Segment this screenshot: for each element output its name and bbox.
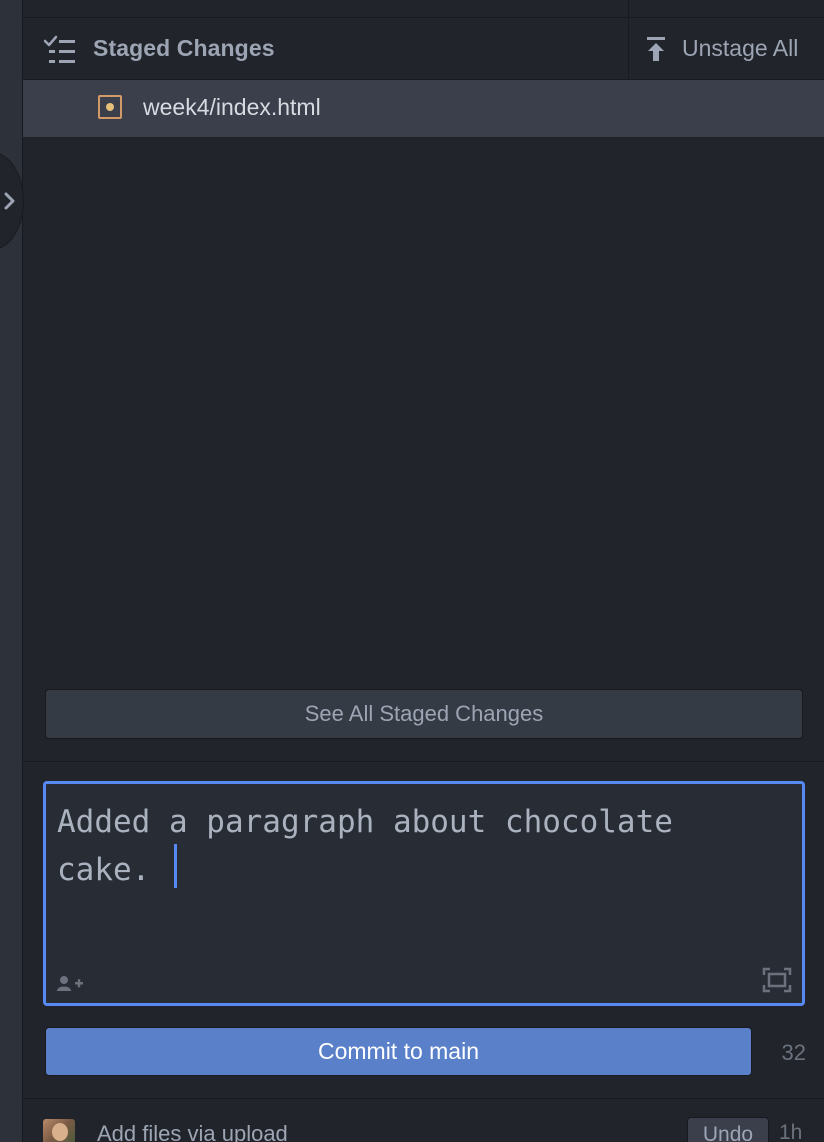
commit-message-text[interactable]: Added a paragraph about chocolate cake.: [57, 798, 757, 894]
recent-commit-message: Add files via upload: [97, 1121, 288, 1142]
git-panel: Staged Changes Unstage All week4/index.h…: [0, 0, 824, 1142]
staged-file-row[interactable]: week4/index.html: [23, 80, 824, 137]
add-coauthor-icon[interactable]: [56, 974, 84, 994]
unstage-all-label: Unstage All: [682, 35, 799, 61]
arrow-up-to-line-icon: [646, 36, 666, 62]
staged-changes-title: Staged Changes: [93, 35, 275, 61]
avatar: [43, 1119, 75, 1142]
top-strip: [23, 0, 824, 18]
unstage-all-button[interactable]: Unstage All: [628, 18, 824, 79]
list-check-icon: [43, 35, 77, 65]
recent-commit-row[interactable]: Add files via upload Undo 1h: [23, 1099, 824, 1142]
chevron-right-icon[interactable]: [2, 190, 18, 212]
commit-message-editor[interactable]: Added a paragraph about chocolate cake.: [43, 781, 805, 1006]
file-modified-icon: [98, 95, 122, 119]
staged-changes-header: Staged Changes Unstage All: [23, 18, 824, 80]
see-all-staged-changes-button[interactable]: See All Staged Changes: [45, 689, 803, 739]
file-name: week4/index.html: [143, 94, 321, 120]
expand-editor-icon[interactable]: [762, 967, 792, 993]
undo-commit-button[interactable]: Undo: [687, 1117, 769, 1142]
remaining-char-count: 32: [781, 1040, 806, 1065]
divider: [23, 761, 824, 762]
recent-commit-time: 1h: [779, 1121, 803, 1142]
text-caret: [174, 844, 177, 888]
commit-button[interactable]: Commit to main: [45, 1027, 752, 1076]
